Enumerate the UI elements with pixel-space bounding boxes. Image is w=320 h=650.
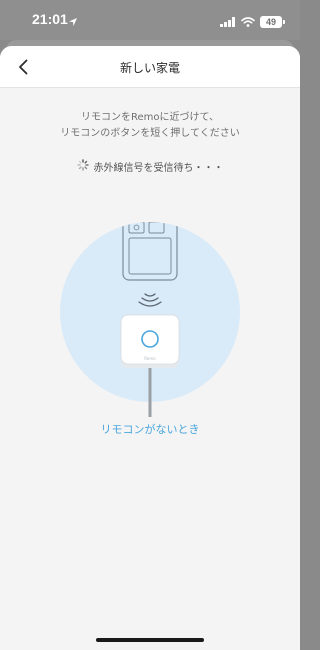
wifi-icon (241, 12, 255, 31)
navigation-bar: 新しい家電 (0, 46, 300, 88)
page-title: 新しい家電 (119, 61, 180, 75)
instruction-line-2: リモコンのボタンを短く押してください (60, 128, 240, 139)
instruction-text: リモコンをRemoに近づけて、 リモコンのボタンを短く押してください (0, 110, 300, 142)
location-arrow-icon (68, 12, 78, 31)
device-label: Remo (144, 356, 156, 361)
waiting-status: 赤外線信号を受信待ち・・・ (0, 159, 300, 174)
new-appliance-sheet: 新しい家電 リモコンをRemoに近づけて、 リモコンのボタンを短く押してください… (0, 46, 300, 650)
home-indicator (96, 638, 204, 642)
no-remote-link[interactable]: リモコンがないとき (0, 421, 300, 437)
battery-icon: 49 (260, 15, 285, 28)
status-bar: 21:01 49 (0, 0, 300, 40)
signal-icon (220, 12, 236, 31)
instruction-line-1: リモコンをRemoに近づけて、 (80, 112, 219, 123)
status-indicators: 49 (220, 12, 285, 31)
remote-control-icon (122, 222, 178, 281)
waiting-text: 赤外線信号を受信待ち・・・ (93, 163, 224, 174)
spinner-icon (76, 159, 89, 174)
remo-device-icon: Remo (120, 314, 180, 368)
status-time: 21:01 (32, 11, 68, 27)
pairing-illustration: Remo (50, 212, 250, 432)
